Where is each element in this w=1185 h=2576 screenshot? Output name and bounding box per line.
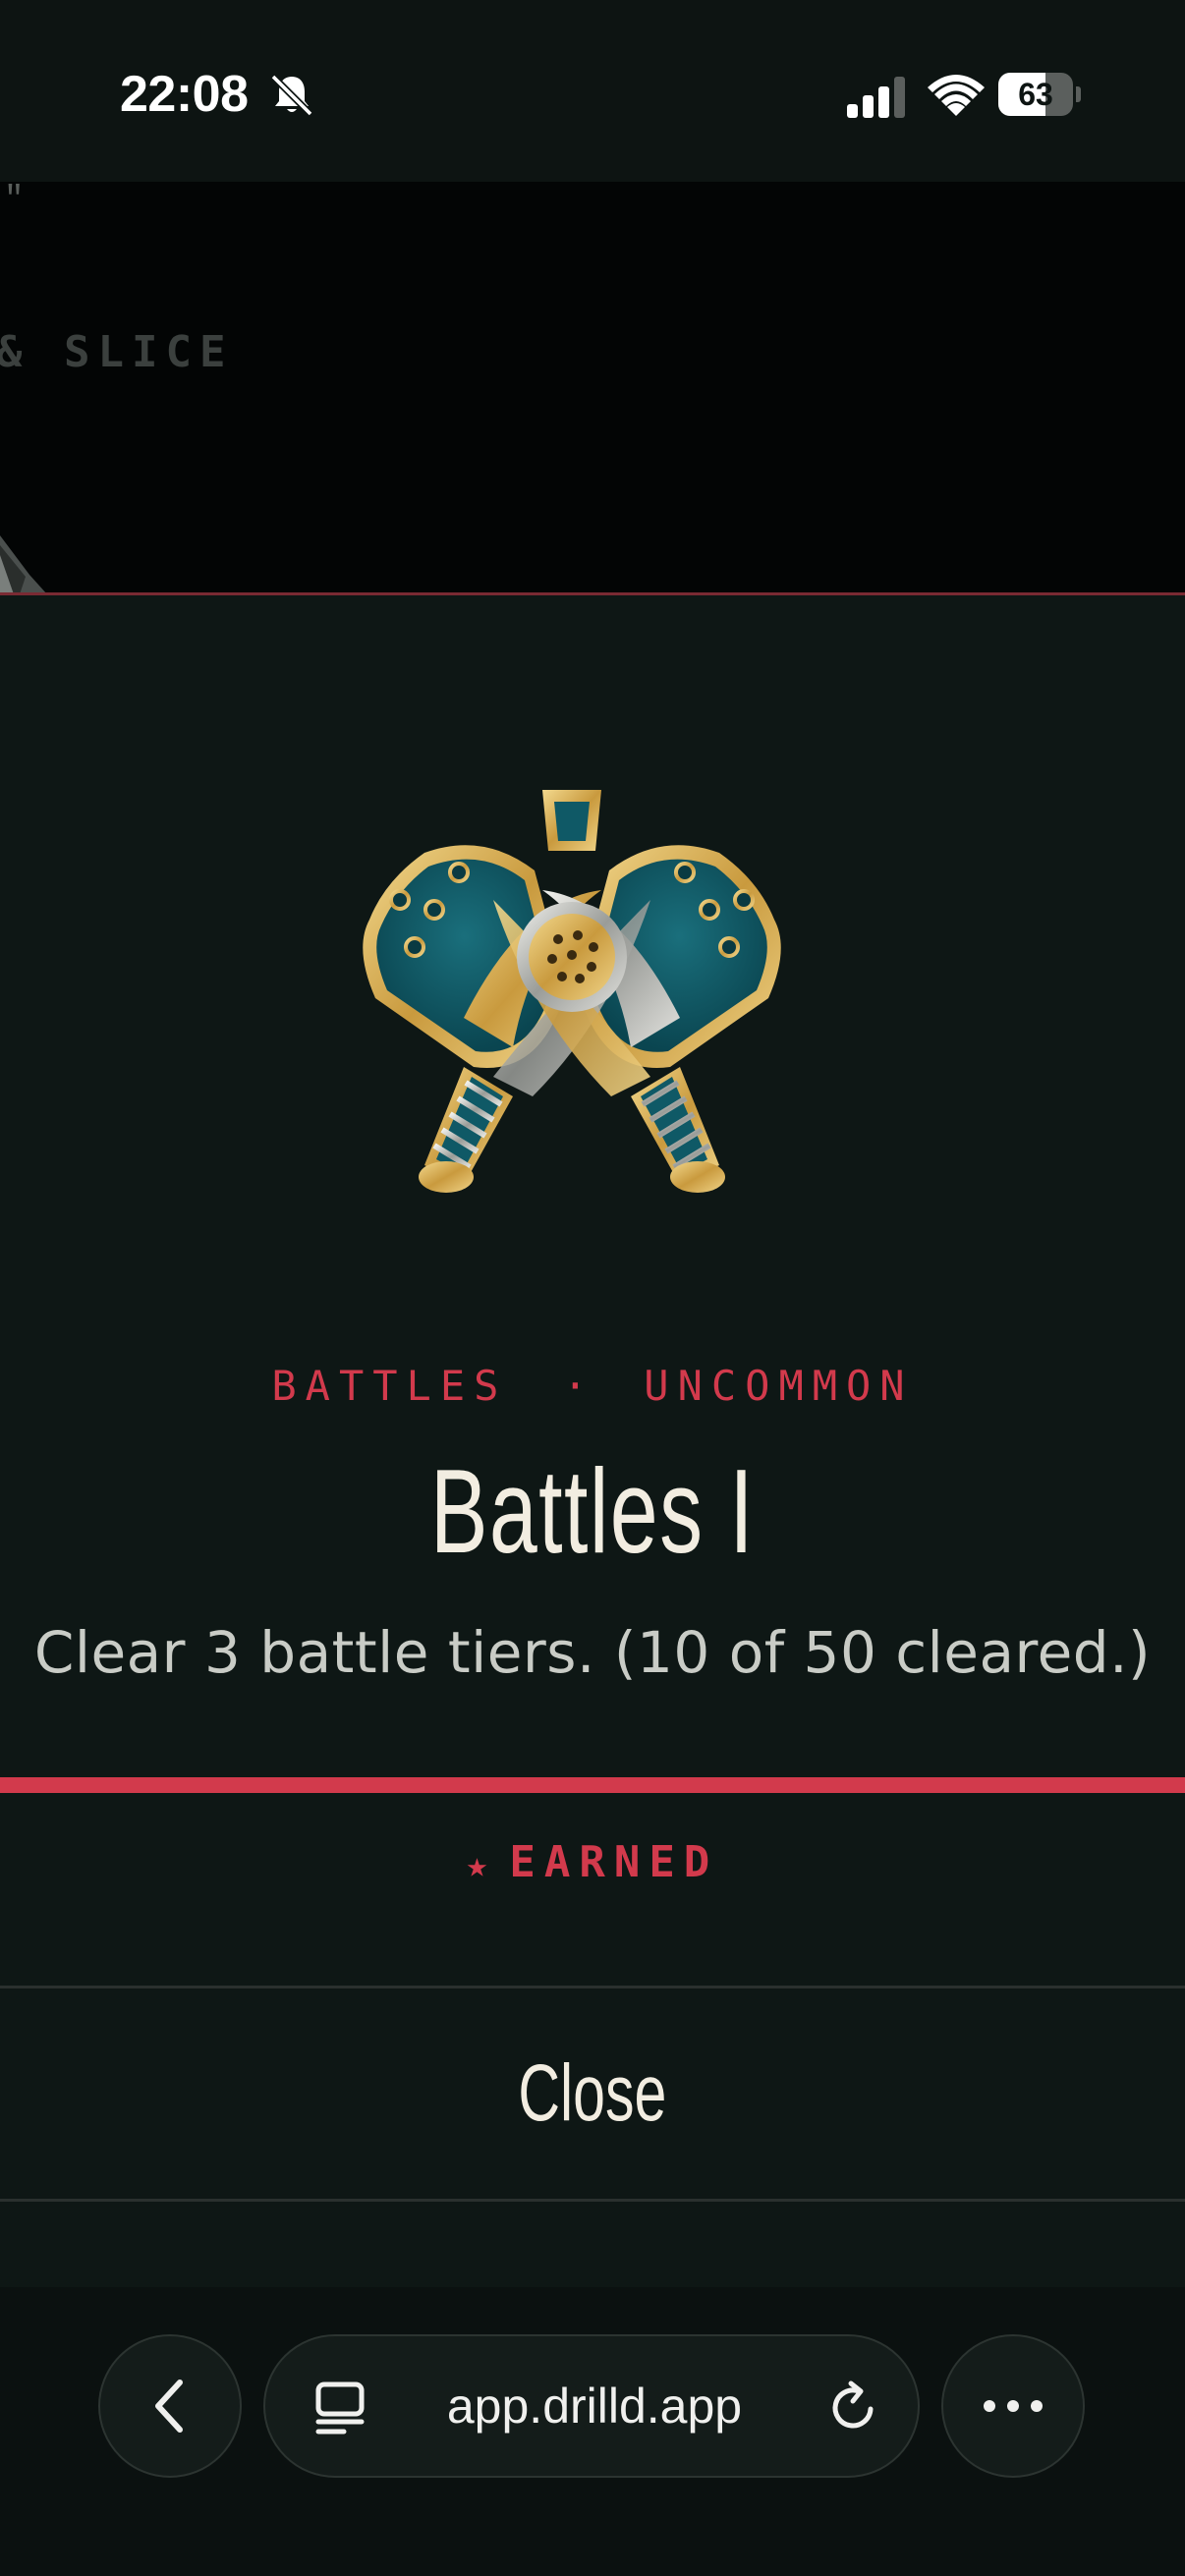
browser-toolbar: app.drilld.app xyxy=(0,2287,1185,2576)
achievement-title: Battles I xyxy=(429,1444,756,1578)
meta-separator: · xyxy=(562,1362,596,1410)
background-page: " & SLICE xyxy=(0,182,1185,592)
more-icon xyxy=(984,2400,1043,2412)
status-time: 22:08 xyxy=(120,66,249,123)
divider xyxy=(0,2199,1185,2202)
back-button[interactable] xyxy=(98,2334,242,2478)
back-chevron-icon xyxy=(155,2380,183,2433)
battery-icon: 63 xyxy=(998,73,1081,118)
background-artwork-fragment xyxy=(0,535,46,592)
achievement-rarity: UNCOMMON xyxy=(644,1362,914,1410)
achievement-sheet: BATTLES · UNCOMMON Battles I Clear 3 bat… xyxy=(0,592,1185,2290)
crossed-paddles-badge-icon xyxy=(363,790,781,1193)
star-icon: ★ xyxy=(466,1845,488,1885)
earned-status: ★ EARNED xyxy=(0,1837,1185,1887)
background-quote-fragment: " xyxy=(4,182,25,219)
close-button-label: Close xyxy=(518,2048,667,2138)
cellular-signal-icon xyxy=(847,77,905,118)
more-button[interactable] xyxy=(941,2334,1085,2478)
status-bar: 22:08 63 xyxy=(0,0,1185,182)
battery-percent: 63 xyxy=(1018,77,1053,112)
earned-label: EARNED xyxy=(509,1837,719,1887)
achievement-description: Clear 3 battle tiers. (10 of 50 cleared.… xyxy=(33,1619,1152,1686)
background-text-fragment: & SLICE xyxy=(0,327,234,377)
address-bar[interactable]: app.drilld.app xyxy=(263,2334,920,2478)
wifi-icon xyxy=(928,75,985,116)
achievement-category: BATTLES xyxy=(271,1362,508,1410)
url-text[interactable]: app.drilld.app xyxy=(393,2336,796,2476)
close-button[interactable]: Close xyxy=(0,1988,1185,2199)
tabs-icon[interactable] xyxy=(314,2380,366,2436)
progress-bar xyxy=(0,1777,1185,1793)
reload-icon[interactable] xyxy=(825,2380,880,2435)
bell-slash-icon xyxy=(270,74,313,117)
achievement-meta: BATTLES · UNCOMMON xyxy=(0,1362,1185,1410)
